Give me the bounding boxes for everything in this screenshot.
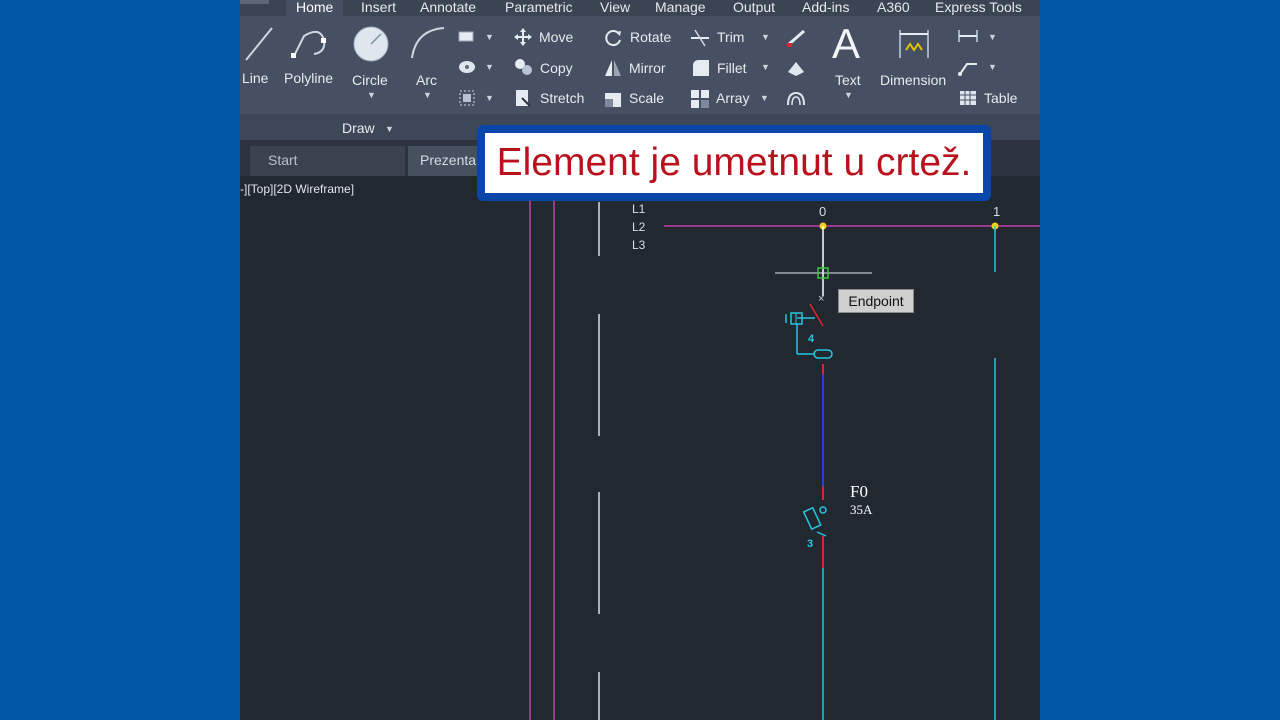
- line-label: Line: [242, 70, 269, 86]
- erase-icon[interactable]: [785, 28, 807, 48]
- contact-number: 4: [808, 333, 815, 345]
- chevron-down-icon[interactable]: ▼: [485, 62, 494, 72]
- tab-express-tools[interactable]: Express Tools: [935, 0, 1022, 15]
- fuse-body: [802, 506, 822, 531]
- chevron-down-icon: ▼: [367, 90, 376, 100]
- arc-label: Arc: [416, 72, 437, 88]
- column-number-1: 1: [993, 204, 1001, 219]
- fuse-link: [816, 531, 827, 537]
- leader-icon[interactable]: [957, 58, 979, 76]
- tab-parametric[interactable]: Parametric: [505, 0, 573, 15]
- dimension-label: Dimension: [880, 72, 947, 88]
- text-icon: A: [832, 20, 861, 67]
- osnap-tooltip-text: Endpoint: [848, 293, 904, 309]
- tab-manage[interactable]: Manage: [655, 0, 706, 15]
- tab-view[interactable]: View: [600, 0, 630, 15]
- caption-banner: Element je umetnut u crtež.: [477, 125, 991, 201]
- draw-panel-label[interactable]: Draw: [342, 120, 375, 136]
- phase-label-l3: L3: [632, 238, 646, 252]
- phase-label-l2: L2: [632, 220, 646, 234]
- autocad-window: Home Insert Annotate Parametric View Man…: [240, 0, 1040, 720]
- caption-box: Element je umetnut u crtež.: [485, 133, 983, 193]
- line-icon: [245, 27, 273, 61]
- move-label: Move: [539, 29, 574, 45]
- polyline-icon: [291, 30, 326, 58]
- text-label: Text: [835, 72, 861, 88]
- circle-label: Circle: [352, 72, 388, 88]
- tab-output[interactable]: Output: [733, 0, 775, 15]
- fuse-designation: F0: [850, 482, 868, 501]
- array-icon: [691, 90, 709, 108]
- copy-label: Copy: [540, 60, 573, 76]
- chevron-down-icon[interactable]: ▼: [988, 32, 997, 42]
- chevron-down-icon: ▼: [423, 90, 432, 100]
- linear-dimension-icon[interactable]: [957, 28, 979, 44]
- contact-blade: [809, 303, 824, 327]
- scale-label: Scale: [629, 90, 665, 106]
- scale-icon: [605, 93, 621, 107]
- mirror-icon: [605, 60, 621, 76]
- fuse-terminal: [819, 506, 827, 514]
- move-icon: [514, 28, 532, 46]
- ribbon-tab-strip: Home Insert Annotate Parametric View Man…: [240, 0, 1040, 17]
- tab-annotate[interactable]: Annotate: [420, 0, 476, 15]
- offset-icon[interactable]: [785, 89, 807, 109]
- circle-icon: [353, 26, 389, 62]
- arc-icon: [411, 27, 445, 59]
- copy-icon: [515, 59, 532, 75]
- schematic-drawing[interactable]: ×: [240, 176, 1040, 720]
- chevron-down-icon: ▼: [760, 93, 769, 103]
- fuse-contact-number: 3: [807, 538, 814, 550]
- ribbon: Line Polyline Circle ▼ Arc ▼ ▼ ▼ ▼ Move: [240, 16, 1040, 140]
- tab-drawing-label: Prezenta: [420, 152, 477, 168]
- quick-access-toolbar[interactable]: [240, 0, 269, 4]
- fuse-rating: 35A: [850, 502, 873, 517]
- tab-start[interactable]: Start: [250, 146, 405, 176]
- fillet-icon: [693, 60, 709, 76]
- chevron-down-icon[interactable]: ▼: [485, 32, 494, 42]
- caption-text: Element je umetnut u crtež.: [496, 141, 972, 184]
- column-number-0: 0: [819, 204, 827, 219]
- tab-home[interactable]: Home: [286, 0, 344, 17]
- tab-insert[interactable]: Insert: [361, 0, 396, 15]
- chevron-down-icon[interactable]: ▼: [485, 93, 494, 103]
- chevron-down-icon[interactable]: ▼: [988, 62, 997, 72]
- rotate-icon: [605, 30, 621, 47]
- chevron-down-icon: ▼: [761, 62, 770, 72]
- trim-icon: [691, 29, 709, 47]
- dimension-icon: [899, 30, 929, 58]
- osnap-tooltip: Endpoint: [838, 289, 914, 313]
- chevron-down-icon: ▼: [844, 90, 853, 100]
- chevron-down-icon[interactable]: ▼: [385, 124, 394, 134]
- stretch-label: Stretch: [540, 90, 585, 106]
- polyline-label: Polyline: [284, 70, 334, 86]
- trim-label: Trim: [717, 29, 745, 45]
- mirror-label: Mirror: [629, 60, 666, 76]
- phase-label-l1: L1: [632, 202, 646, 216]
- explode-icon[interactable]: [785, 58, 807, 78]
- array-label: Array: [716, 90, 750, 106]
- table-icon: [960, 91, 976, 105]
- stretch-icon: [516, 90, 531, 107]
- tab-start-label: Start: [268, 152, 298, 168]
- coil-symbol: [813, 349, 833, 359]
- chevron-down-icon: ▼: [761, 32, 770, 42]
- fillet-label: Fillet: [717, 60, 747, 76]
- hatch-icon[interactable]: [458, 60, 476, 74]
- tab-a360[interactable]: A360: [877, 0, 910, 15]
- table-label: Table: [984, 90, 1018, 106]
- boundary-icon[interactable]: [458, 89, 476, 107]
- cursor-x-marker: ×: [818, 293, 824, 305]
- drawing-viewport[interactable]: -][Top][2D Wireframe] × L1 L2 L3 0 1 4 3…: [240, 176, 1040, 720]
- tab-add-ins[interactable]: Add-ins: [802, 0, 849, 15]
- rotate-label: Rotate: [630, 29, 672, 45]
- rectangle-icon[interactable]: [458, 30, 476, 44]
